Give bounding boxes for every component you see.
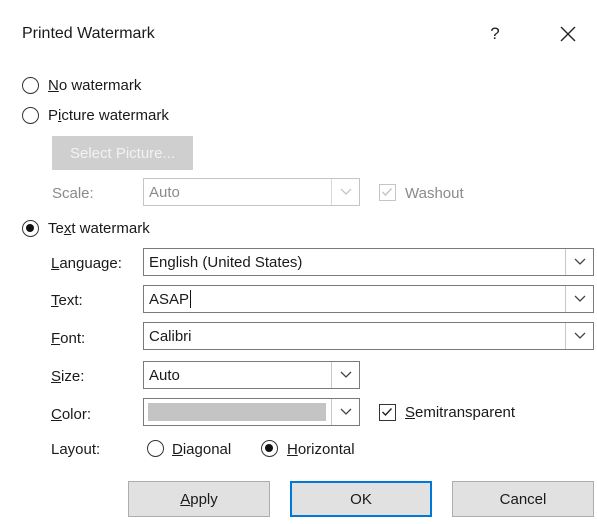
semitransparent-label-text: emitransparent — [415, 404, 516, 421]
scale-dropdown-arrow[interactable] — [331, 179, 359, 205]
chevron-down-icon — [574, 332, 585, 339]
text-combobox[interactable]: ASAP — [143, 285, 594, 313]
select-picture-button[interactable]: Select Picture... — [52, 136, 193, 170]
text-watermark-label-text: t watermark — [71, 220, 150, 237]
language-dropdown-arrow[interactable] — [565, 249, 593, 275]
size-value: Auto — [149, 367, 180, 384]
diagonal-label[interactable]: Diagonal — [172, 441, 231, 458]
language-value: English (United States) — [149, 254, 303, 271]
font-dropdown-arrow[interactable] — [565, 323, 593, 349]
apply-button[interactable]: Apply — [128, 481, 270, 517]
text-value[interactable]: ASAP — [149, 291, 189, 308]
horizontal-radio[interactable] — [261, 440, 278, 457]
apply-label: pply — [190, 490, 218, 508]
size-label: Size: — [51, 368, 84, 385]
language-label-text: anguage: — [59, 255, 122, 272]
picture-watermark-label-pre: P — [48, 107, 59, 124]
color-accesskey: C — [51, 406, 62, 423]
close-button[interactable] — [550, 18, 586, 50]
color-dropdown-arrow[interactable] — [331, 399, 359, 425]
color-select[interactable] — [143, 398, 360, 426]
ok-button[interactable]: OK — [290, 481, 432, 517]
language-label: Language: — [51, 255, 122, 272]
washout-label: Washout — [405, 185, 464, 202]
chevron-down-icon — [574, 258, 585, 265]
picture-watermark-label[interactable]: Picture watermark — [48, 107, 169, 124]
size-dropdown-arrow[interactable] — [331, 362, 359, 388]
text-accesskey: T — [51, 292, 59, 309]
chevron-down-icon — [340, 188, 351, 195]
horizontal-label-text: orizontal — [297, 441, 355, 458]
text-label: Text: — [51, 292, 83, 309]
size-select[interactable]: Auto — [143, 361, 360, 389]
scale-value: Auto — [149, 184, 180, 201]
font-label: Font: — [51, 330, 85, 347]
font-accesskey: F — [51, 330, 61, 347]
text-cursor — [190, 290, 191, 308]
no-watermark-label[interactable]: No watermark — [48, 77, 141, 94]
diagonal-radio[interactable] — [147, 440, 164, 457]
no-watermark-label-text: o watermark — [58, 77, 142, 94]
printed-watermark-dialog: Printed Watermark ? No watermark Picture… — [0, 0, 597, 524]
checkmark-icon — [382, 188, 393, 197]
diagonal-accesskey: D — [172, 441, 183, 458]
language-select[interactable]: English (United States) — [143, 248, 594, 276]
chevron-down-icon — [340, 371, 351, 378]
font-select[interactable]: Calibri — [143, 322, 594, 350]
horizontal-label[interactable]: Horizontal — [287, 441, 355, 458]
text-watermark-label-pre: Te — [48, 220, 64, 237]
size-accesskey: S — [51, 368, 62, 385]
picture-watermark-label-text: cture watermark — [61, 107, 169, 124]
semitransparent-checkbox[interactable] — [379, 404, 396, 421]
washout-checkbox[interactable] — [379, 184, 396, 201]
scale-label: Scale: — [52, 185, 94, 202]
no-watermark-accesskey: N — [48, 77, 59, 94]
dialog-title: Printed Watermark — [22, 25, 155, 42]
picture-watermark-radio[interactable] — [22, 107, 39, 124]
close-icon — [560, 26, 576, 42]
diagonal-label-text: iagonal — [182, 441, 232, 458]
help-button[interactable]: ? — [478, 18, 512, 50]
chevron-down-icon — [574, 295, 585, 302]
text-watermark-label[interactable]: Text watermark — [48, 220, 150, 237]
color-label: Color: — [51, 406, 91, 423]
cancel-button[interactable]: Cancel — [452, 481, 594, 517]
semitransparent-accesskey: S — [405, 404, 416, 421]
text-label-text: ext: — [58, 292, 83, 309]
scale-select[interactable]: Auto — [143, 178, 360, 206]
title-bar: Printed Watermark ? — [0, 0, 597, 64]
size-label-text: ize: — [61, 368, 85, 385]
checkmark-icon — [382, 408, 393, 417]
no-watermark-radio[interactable] — [22, 77, 39, 94]
chevron-down-icon — [340, 408, 351, 415]
color-swatch — [148, 403, 326, 421]
text-dropdown-arrow[interactable] — [565, 286, 593, 312]
text-watermark-radio[interactable] — [22, 220, 39, 237]
layout-label: Layout: — [51, 441, 101, 458]
semitransparent-label[interactable]: Semitransparent — [405, 404, 515, 421]
apply-accesskey: A — [180, 490, 191, 508]
font-value: Calibri — [149, 328, 192, 345]
horizontal-accesskey: H — [287, 441, 298, 458]
color-label-text: olor: — [61, 406, 92, 423]
font-label-text: ont: — [60, 330, 86, 347]
